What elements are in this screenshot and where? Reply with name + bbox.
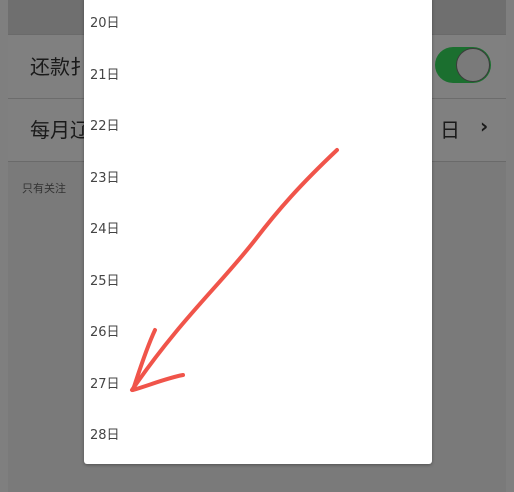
chevron-right-icon: › xyxy=(480,114,489,138)
repayment-reminder-label: 还款扌 xyxy=(30,55,90,79)
hint-text: 只有关注 xyxy=(22,182,66,195)
day-list: 20日 21日 22日 23日 24日 25日 26日 27日 28日 xyxy=(84,0,432,462)
screen: 还款扌 每月辽 日 › 只有关注 20日 21日 22日 23日 24日 25日… xyxy=(0,0,514,492)
day-picker-dialog: 20日 21日 22日 23日 24日 25日 26日 27日 28日 xyxy=(84,0,432,464)
toggle-knob xyxy=(456,48,490,82)
day-option[interactable]: 24日 xyxy=(84,204,432,256)
day-option[interactable]: 26日 xyxy=(84,307,432,359)
monthly-repayment-day-value: 日 xyxy=(440,118,460,142)
monthly-repayment-day-label: 每月辽 xyxy=(30,118,90,142)
repayment-reminder-toggle[interactable] xyxy=(435,47,491,83)
day-option[interactable]: 27日 xyxy=(84,359,432,411)
day-option[interactable]: 28日 xyxy=(84,410,432,462)
day-option[interactable]: 21日 xyxy=(84,50,432,102)
day-option[interactable]: 22日 xyxy=(84,101,432,153)
day-option[interactable]: 20日 xyxy=(84,0,432,50)
day-option[interactable]: 25日 xyxy=(84,256,432,308)
day-option[interactable]: 23日 xyxy=(84,153,432,205)
